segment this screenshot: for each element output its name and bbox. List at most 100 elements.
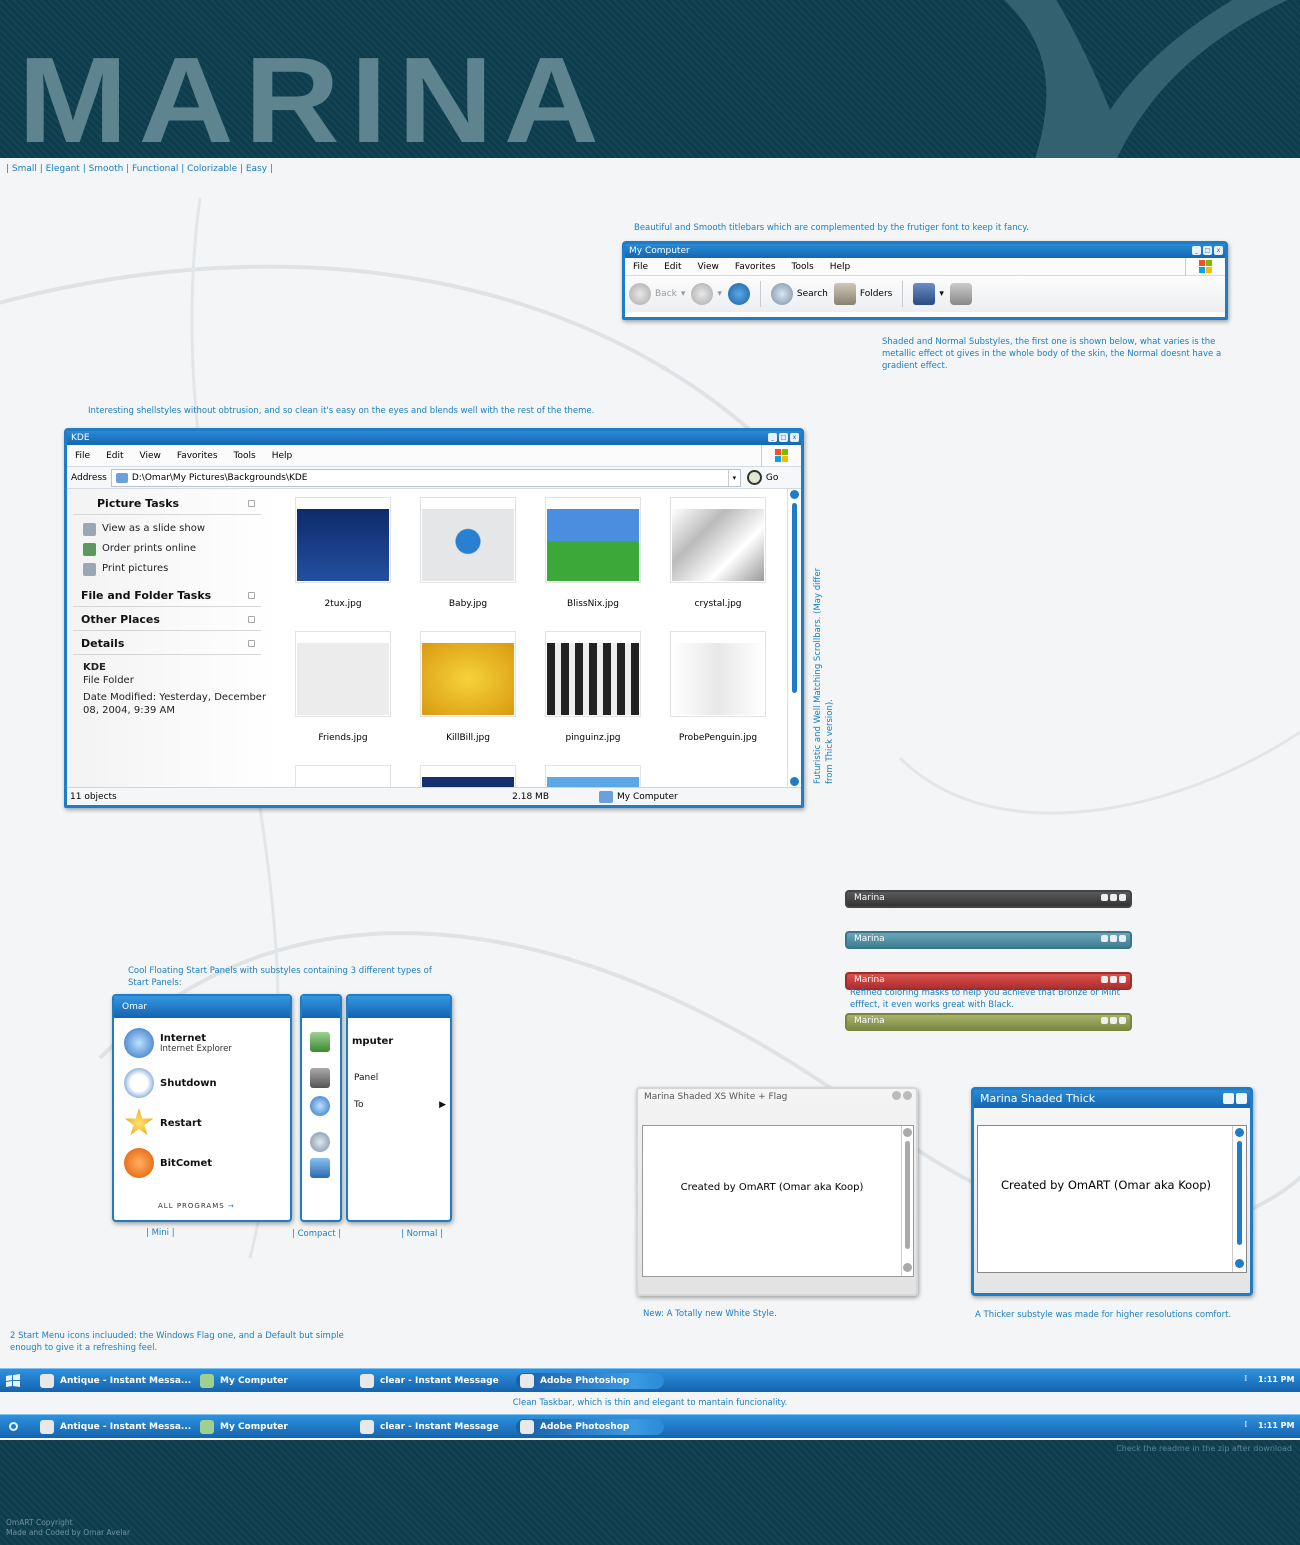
details-name: KDE xyxy=(83,662,106,673)
dialog-titlebar[interactable]: Marina Shaded XS White + Flag xyxy=(638,1089,916,1105)
vertical-scrollbar[interactable] xyxy=(1232,1126,1246,1272)
details-header[interactable]: Details xyxy=(73,633,261,655)
thumbnail-partial[interactable] xyxy=(545,765,641,789)
menu-favorites[interactable]: Favorites xyxy=(735,262,776,272)
forward-button[interactable]: ▾ xyxy=(691,283,722,305)
vertical-scrollbar[interactable] xyxy=(901,1126,913,1276)
scroll-down-button[interactable] xyxy=(790,777,799,786)
kde-titlebar[interactable]: KDE _ □ x xyxy=(67,431,801,445)
scroll-up-button[interactable] xyxy=(903,1128,912,1137)
file-folder-tasks-header[interactable]: File and Folder Tasks xyxy=(73,585,261,607)
taskbar-button-antique[interactable]: Antique - Instant Messa... xyxy=(40,1419,191,1435)
help-button[interactable] xyxy=(1223,1093,1234,1104)
penguin-icon[interactable] xyxy=(310,1068,330,1088)
maximize-button[interactable]: □ xyxy=(779,433,788,442)
scrollbar-thumb[interactable] xyxy=(1237,1141,1242,1245)
my-computer-icon[interactable] xyxy=(310,1032,330,1052)
taskbar-button-my-computer[interactable]: My Computer xyxy=(200,1373,288,1389)
scroll-up-button[interactable] xyxy=(1235,1128,1244,1137)
folders-button[interactable]: Folders xyxy=(833,283,892,305)
caption-coloring: Refined coloring masks to help you achie… xyxy=(850,988,1120,1010)
thumbnail-partial[interactable] xyxy=(420,765,516,789)
scrollbar-thumb[interactable] xyxy=(905,1141,910,1249)
caption-substyles: Shaded and Normal Substyles, the first o… xyxy=(882,337,1222,371)
menu-file[interactable]: File xyxy=(633,262,648,272)
thumbnail-baby[interactable] xyxy=(420,497,516,583)
task-print-pictures[interactable]: Print pictures xyxy=(73,559,261,579)
taskbar-button-antique[interactable]: Antique - Instant Messa... xyxy=(40,1373,191,1389)
status-size: 2.18 MB xyxy=(512,791,549,802)
search-button[interactable]: Search xyxy=(770,283,828,305)
taskbar-button-photoshop[interactable]: Adobe Photoshop xyxy=(516,1373,664,1389)
thumbnail-friends[interactable] xyxy=(295,631,391,717)
close-button[interactable]: x xyxy=(790,433,799,442)
dialog-content: Created by OmART (Omar aka Koop) xyxy=(642,1125,914,1277)
views-button[interactable]: ▾ xyxy=(913,283,944,305)
scroll-down-button[interactable] xyxy=(903,1263,912,1272)
order-prints-icon xyxy=(83,542,96,556)
taskbar-button-photoshop[interactable]: Adobe Photoshop xyxy=(516,1419,664,1435)
thumbnail-probepenguin[interactable] xyxy=(670,631,766,717)
my-computer-titlebar[interactable]: My Computer _ □ x xyxy=(625,244,1225,258)
thumbnail-crystal[interactable] xyxy=(670,497,766,583)
scroll-down-button[interactable] xyxy=(1235,1259,1244,1268)
start-flag-button[interactable] xyxy=(4,1373,22,1389)
start-item-bitcomet[interactable]: BitComet xyxy=(124,1148,212,1178)
start-item-computer[interactable]: mputer xyxy=(352,1036,393,1047)
media-icon[interactable] xyxy=(949,283,972,305)
taskbar-button-clear[interactable]: clear - Instant Message xyxy=(360,1419,499,1435)
menu-view[interactable]: View xyxy=(140,451,161,461)
close-button[interactable] xyxy=(1236,1093,1247,1104)
back-button[interactable]: Back ▾ xyxy=(629,283,685,305)
menu-view[interactable]: View xyxy=(698,262,719,272)
star-icon xyxy=(124,1108,154,1136)
start-item-restart[interactable]: Restart xyxy=(124,1108,202,1138)
go-arrow-icon xyxy=(746,470,762,485)
scroll-up-button[interactable] xyxy=(790,490,799,499)
start-item-control-panel[interactable]: Panel xyxy=(354,1073,378,1083)
thumbnail-partial[interactable] xyxy=(295,765,391,789)
thumbnail-2tux[interactable] xyxy=(295,497,391,583)
menu-tools[interactable]: Tools xyxy=(234,451,256,461)
close-button[interactable]: x xyxy=(1214,246,1223,255)
scrollbar-thumb[interactable] xyxy=(792,503,797,693)
minimize-button[interactable]: _ xyxy=(1192,246,1201,255)
monitor-icon[interactable] xyxy=(310,1158,330,1178)
menu-edit[interactable]: Edit xyxy=(664,262,681,272)
up-folder-icon[interactable] xyxy=(727,283,750,305)
vertical-scrollbar[interactable] xyxy=(787,489,801,789)
messenger-icon xyxy=(360,1374,374,1388)
taskbar-button-my-computer[interactable]: My Computer xyxy=(200,1419,288,1435)
menu-file[interactable]: File xyxy=(75,451,90,461)
thumbnail-blissnix[interactable] xyxy=(545,497,641,583)
other-places-header[interactable]: Other Places xyxy=(73,609,261,631)
start-item-internet[interactable]: Internet Internet Explorer xyxy=(124,1028,232,1058)
search-icon[interactable] xyxy=(310,1132,330,1152)
globe-icon[interactable] xyxy=(310,1096,330,1116)
task-order-prints[interactable]: Order prints online xyxy=(73,539,261,559)
thumbnail-killbill[interactable] xyxy=(420,631,516,717)
color-bar-teal: Marina xyxy=(845,931,1132,949)
address-dropdown[interactable]: ▾ xyxy=(727,469,740,486)
menu-help[interactable]: Help xyxy=(830,262,851,272)
caption-shellstyles: Interesting shellstyles without obtrusio… xyxy=(88,406,595,416)
close-button[interactable] xyxy=(903,1091,912,1100)
start-orb-button[interactable] xyxy=(9,1422,18,1431)
go-button[interactable]: Go xyxy=(741,470,778,485)
start-item-shutdown[interactable]: Shutdown xyxy=(124,1068,217,1098)
menu-tools[interactable]: Tools xyxy=(792,262,814,272)
picture-tasks-header[interactable]: Picture Tasks xyxy=(73,493,261,515)
menu-help[interactable]: Help xyxy=(272,451,293,461)
help-button[interactable] xyxy=(892,1091,901,1100)
address-input[interactable]: D:\Omar\My Pictures\Backgrounds\KDE ▾ xyxy=(110,468,741,487)
menu-favorites[interactable]: Favorites xyxy=(177,451,218,461)
start-item-connect-to[interactable]: To ▶ xyxy=(354,1100,446,1110)
taskbar-button-clear[interactable]: clear - Instant Message xyxy=(360,1373,499,1389)
thumbnail-pinguinz[interactable] xyxy=(545,631,641,717)
minimize-button[interactable]: _ xyxy=(768,433,777,442)
all-programs-button[interactable]: ALL PROGRAMS → xyxy=(158,1202,235,1210)
menu-edit[interactable]: Edit xyxy=(106,451,123,461)
maximize-button[interactable]: □ xyxy=(1203,246,1212,255)
dialog-titlebar[interactable]: Marina Shaded Thick xyxy=(974,1090,1250,1108)
task-slide-show[interactable]: View as a slide show xyxy=(73,519,261,539)
